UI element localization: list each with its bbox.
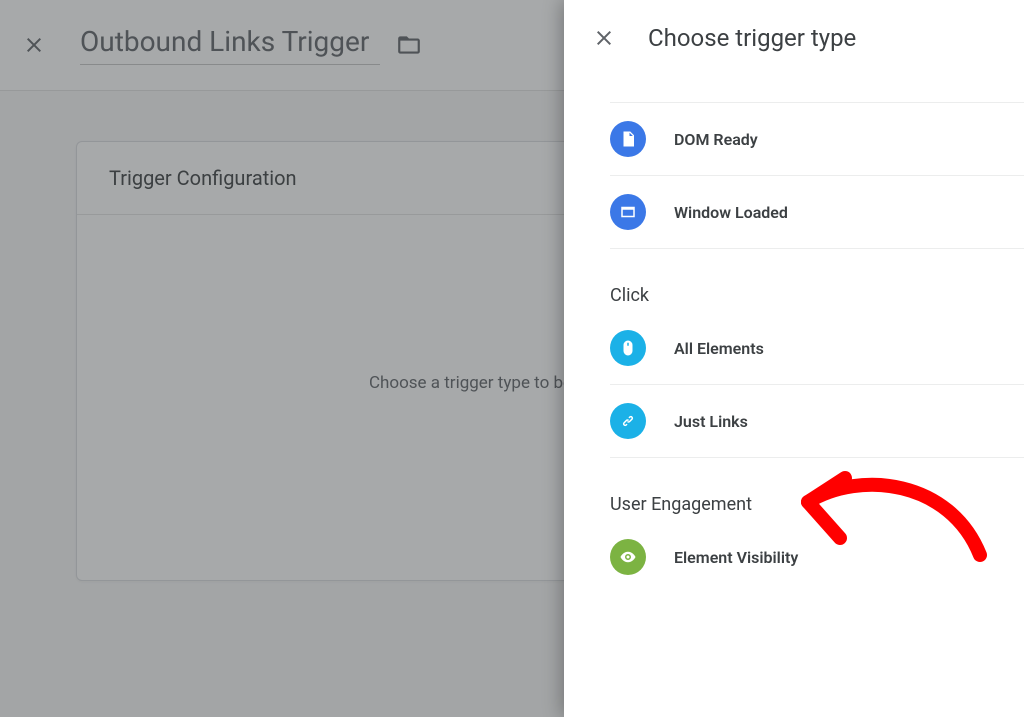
panel-title: Choose trigger type [648, 24, 856, 52]
trigger-option-label: Element Visibility [674, 548, 798, 567]
group-heading-click: Click [610, 285, 1024, 306]
trigger-option-just-links[interactable]: Just Links [610, 385, 1024, 458]
trigger-option-partial[interactable] [610, 82, 1024, 103]
trigger-option-label: DOM Ready [674, 130, 758, 149]
trigger-option-element-visibility[interactable]: Element Visibility [610, 521, 1024, 593]
eye-icon [610, 539, 646, 575]
trigger-option-label: All Elements [674, 339, 764, 358]
group-heading-engagement: User Engagement [610, 494, 1024, 515]
file-icon [610, 121, 646, 157]
trigger-option-dom-ready[interactable]: DOM Ready [610, 103, 1024, 176]
window-icon [610, 194, 646, 230]
panel-header: Choose trigger type [564, 0, 1024, 72]
link-icon [610, 403, 646, 439]
panel-scroll[interactable]: DOM Ready Window Loaded Click All Elemen… [564, 72, 1024, 717]
close-icon[interactable] [590, 24, 618, 52]
trigger-option-label: Just Links [674, 412, 748, 431]
trigger-type-panel: Choose trigger type DOM Ready Window Loa… [564, 0, 1024, 717]
trigger-option-all-elements[interactable]: All Elements [610, 312, 1024, 385]
trigger-option-label: Window Loaded [674, 203, 788, 222]
mouse-icon [610, 330, 646, 366]
trigger-option-window-loaded[interactable]: Window Loaded [610, 176, 1024, 249]
